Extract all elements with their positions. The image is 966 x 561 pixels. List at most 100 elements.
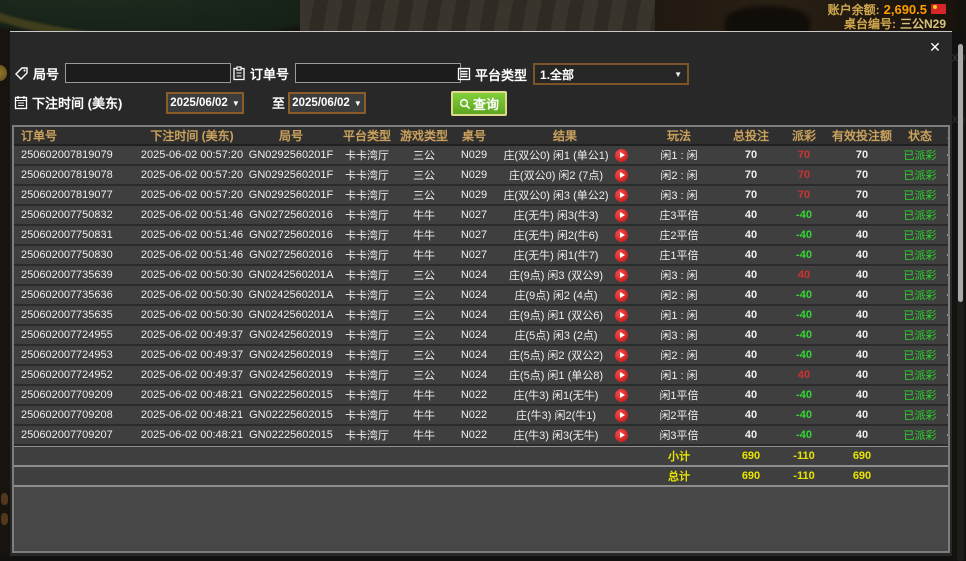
play-type-cell: 庄3平倍 bbox=[633, 207, 725, 223]
game-type-cell: 牛牛 bbox=[397, 427, 451, 443]
game-no-cell: GN02225602015 bbox=[245, 429, 337, 441]
table-row[interactable]: 2506020077356392025-06-02 00:50:30GN0242… bbox=[14, 266, 948, 286]
replay-video-icon[interactable] bbox=[615, 309, 628, 322]
replay-video-icon[interactable] bbox=[615, 229, 628, 242]
valid-bet-cell: 40 bbox=[831, 249, 893, 261]
valid-bet-cell: 40 bbox=[831, 229, 893, 241]
date-to-value: 2025/06/02 bbox=[292, 97, 350, 109]
platform-cell: 卡卡湾厅 bbox=[337, 367, 397, 383]
total-bet-cell: 40 bbox=[725, 289, 777, 301]
payout-cell: 70 bbox=[777, 169, 831, 181]
table-no-cell: N024 bbox=[451, 289, 497, 301]
order-no-input[interactable] bbox=[295, 63, 461, 83]
replay-video-icon[interactable] bbox=[615, 149, 628, 162]
replay-video-icon[interactable] bbox=[615, 209, 628, 222]
table-row[interactable]: 2506020077092092025-06-02 00:48:21GN0222… bbox=[14, 386, 948, 406]
left-background-sliver bbox=[0, 31, 10, 556]
play-type-cell: 闲3 : 闲 bbox=[633, 267, 725, 283]
play-type-cell: 闲1 : 闲 bbox=[633, 147, 725, 163]
play-type-cell: 闲3 : 闲 bbox=[633, 327, 725, 343]
table-no-value: 三公N29 bbox=[900, 15, 946, 32]
game-mode-cell: - bbox=[947, 329, 948, 341]
payout-cell: 70 bbox=[777, 189, 831, 201]
search-button[interactable]: 查询 bbox=[451, 91, 507, 116]
status-cell: 已派彩 bbox=[893, 247, 947, 263]
total-bet-cell: 40 bbox=[725, 329, 777, 341]
valid-bet-cell: 40 bbox=[831, 209, 893, 221]
payout-cell: -40 bbox=[777, 289, 831, 301]
platform-cell: 卡卡湾厅 bbox=[337, 307, 397, 323]
result-text: 庄(9点) 闲3 (双公9) bbox=[497, 267, 615, 283]
table-row[interactable]: 2506020078190772025-06-02 00:57:20GN0292… bbox=[14, 186, 948, 206]
table-row[interactable]: 2506020078190782025-06-02 00:57:20GN0292… bbox=[14, 166, 948, 186]
replay-video-icon[interactable] bbox=[615, 349, 628, 362]
table-row[interactable]: 2506020077508312025-06-02 00:51:46GN0272… bbox=[14, 226, 948, 246]
payout-cell: 70 bbox=[777, 149, 831, 161]
clipboard-icon bbox=[232, 66, 246, 81]
table-row[interactable]: 2506020078190792025-06-02 00:57:20GN0292… bbox=[14, 146, 948, 166]
table-row[interactable]: 2506020077356362025-06-02 00:50:30GN0242… bbox=[14, 286, 948, 306]
result-text: 庄(5点) 闲1 (单公8) bbox=[497, 367, 615, 383]
platform-cell: 卡卡湾厅 bbox=[337, 427, 397, 443]
table-row[interactable]: 2506020077249532025-06-02 00:49:37GN0242… bbox=[14, 346, 948, 366]
order-no-cell: 250602007735636 bbox=[14, 289, 139, 301]
game-mode-cell: - bbox=[947, 349, 948, 361]
bet-time-cell: 2025-06-02 00:51:46 bbox=[139, 209, 245, 221]
total-bet-cell: 40 bbox=[725, 229, 777, 241]
game-no-cell: GN02425602019 bbox=[245, 329, 337, 341]
game-mode-cell: - bbox=[947, 149, 948, 161]
table-row[interactable]: 2506020077092072025-06-02 00:48:21GN0222… bbox=[14, 426, 948, 446]
play-type-cell: 闲2平倍 bbox=[633, 407, 725, 423]
valid-bet-cell: 70 bbox=[831, 169, 893, 181]
status-cell: 已派彩 bbox=[893, 187, 947, 203]
replay-video-icon[interactable] bbox=[615, 409, 628, 422]
result-cell: 庄(5点) 闲1 (单公8) bbox=[497, 367, 633, 383]
status-cell: 已派彩 bbox=[893, 207, 947, 223]
page-scrollbar-thumb[interactable] bbox=[958, 44, 963, 302]
replay-video-icon[interactable] bbox=[615, 429, 628, 442]
dim-overlay bbox=[0, 0, 966, 31]
replay-video-icon[interactable] bbox=[615, 329, 628, 342]
status-cell: 已派彩 bbox=[893, 287, 947, 303]
result-cell: 庄(无牛) 闲1(牛7) bbox=[497, 247, 633, 263]
table-no-cell: N024 bbox=[451, 309, 497, 321]
status-cell: 已派彩 bbox=[893, 307, 947, 323]
replay-video-icon[interactable] bbox=[615, 389, 628, 402]
play-type-cell: 闲3 : 闲 bbox=[633, 187, 725, 203]
replay-video-icon[interactable] bbox=[615, 169, 628, 182]
close-icon[interactable]: ✕ bbox=[925, 37, 945, 57]
platform-type-select[interactable]: 1.全部 ▼ bbox=[533, 63, 689, 85]
bet-time-cell: 2025-06-02 00:50:30 bbox=[139, 269, 245, 281]
table-row[interactable]: 2506020077249552025-06-02 00:49:37GN0242… bbox=[14, 326, 948, 346]
game-type-cell: 三公 bbox=[397, 287, 451, 303]
replay-video-icon[interactable] bbox=[615, 189, 628, 202]
table-row[interactable]: 2506020077356352025-06-02 00:50:30GN0242… bbox=[14, 306, 948, 326]
game-mode-cell: - bbox=[947, 369, 948, 381]
order-no-cell: 250602007709207 bbox=[14, 429, 139, 441]
table-row[interactable]: 2506020077249522025-06-02 00:49:37GN0242… bbox=[14, 366, 948, 386]
order-no-cell: 250602007709209 bbox=[14, 389, 139, 401]
table-row[interactable]: 2506020077508322025-06-02 00:51:46GN0272… bbox=[14, 206, 948, 226]
replay-video-icon[interactable] bbox=[615, 269, 628, 282]
date-from-picker[interactable]: 2025/06/02 ▼ bbox=[166, 92, 244, 114]
replay-video-icon[interactable] bbox=[615, 249, 628, 262]
order-no-cell: 250602007750830 bbox=[14, 249, 139, 261]
tag-icon bbox=[14, 66, 29, 81]
result-text: 庄(9点) 闲2 (4点) bbox=[497, 287, 615, 303]
valid-bet-cell: 40 bbox=[831, 269, 893, 281]
game-no-input[interactable] bbox=[65, 63, 231, 83]
bet-time-filter-group: 下注时间 (美东) bbox=[14, 93, 122, 112]
order-no-cell: 250602007724955 bbox=[14, 329, 139, 341]
result-cell: 庄(5点) 闲3 (2点) bbox=[497, 327, 633, 343]
date-to-picker[interactable]: 2025/06/02 ▼ bbox=[288, 92, 366, 114]
date-to-group: 2025/06/02 ▼ bbox=[288, 92, 366, 114]
replay-video-icon[interactable] bbox=[615, 289, 628, 302]
bet-time-cell: 2025-06-02 00:57:20 bbox=[139, 149, 245, 161]
game-no-cell: GN02225602015 bbox=[245, 389, 337, 401]
subtotal-total-bet: 690 bbox=[725, 450, 777, 462]
table-row[interactable]: 2506020077508302025-06-02 00:51:46GN0272… bbox=[14, 246, 948, 266]
replay-video-icon[interactable] bbox=[615, 369, 628, 382]
order-no-cell: 250602007735635 bbox=[14, 309, 139, 321]
table-row[interactable]: 2506020077092082025-06-02 00:48:21GN0222… bbox=[14, 406, 948, 426]
bet-time-cell: 2025-06-02 00:49:37 bbox=[139, 369, 245, 381]
